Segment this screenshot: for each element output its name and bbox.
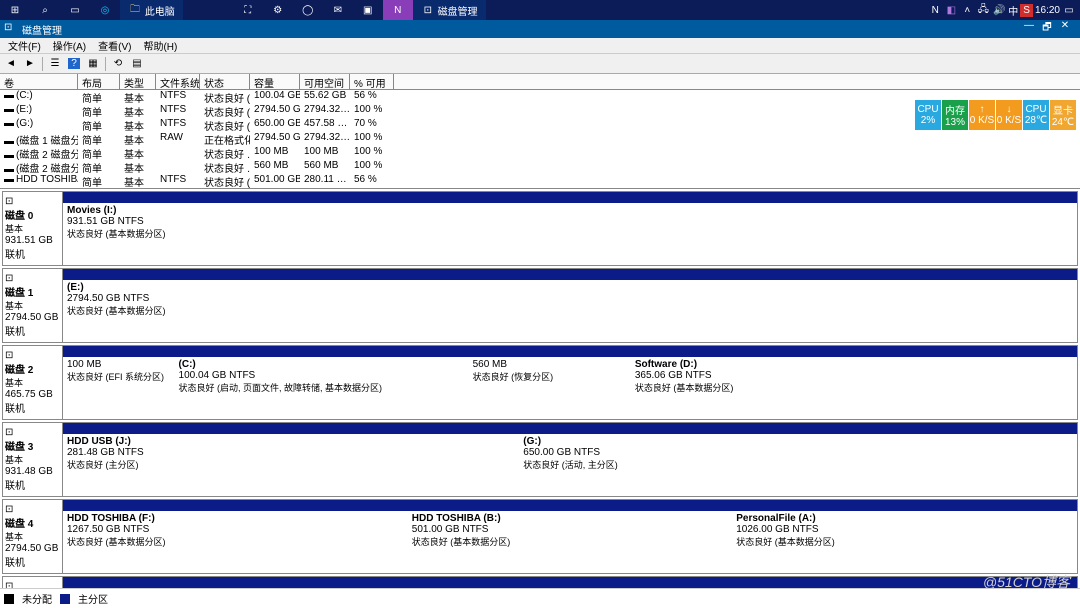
perf-up[interactable]: ↑0 K/S <box>969 100 995 130</box>
perf-t1[interactable]: CPU28℃ <box>1023 100 1049 130</box>
task-diskmgmt[interactable]: ⊡ 磁盘管理 <box>413 0 486 20</box>
tray-up-icon[interactable]: ˄ <box>960 3 974 17</box>
close-button[interactable]: ✕ <box>1056 20 1074 38</box>
col-cap[interactable]: 容量 <box>250 74 300 89</box>
app-titlebar: ⊡ 磁盘管理 — 🗗 ✕ <box>0 20 1080 38</box>
disk-row: ⊡ 磁盘 4基本2794.50 GB联机HDD TOSHIBA (F:)1267… <box>2 499 1078 574</box>
disk-partition-strip: HDD TOSHIBA (F:)1267.50 GB NTFS状态良好 (基本数… <box>63 500 1077 573</box>
tool-grid[interactable]: ▦ <box>84 55 102 73</box>
disk-partition-strip: (E:)2794.50 GB NTFS状态良好 (基本数据分区) <box>63 269 1077 342</box>
volume-list: 卷 布局 类型 文件系统 状态 容量 可用空间 % 可用 ▬(C:)简单基本NT… <box>0 74 1080 189</box>
tray-sogou-icon[interactable]: S <box>1020 4 1033 17</box>
disk-row: ⊡ 磁盘 1基本2794.50 GB联机(E:)2794.50 GB NTFS状… <box>2 268 1078 343</box>
disk-info[interactable]: ⊡ 磁盘 3基本931.48 GB联机 <box>3 423 63 496</box>
windows-taskbar: ⊞ ⌕ ▭ ◎ 🗀 此电脑 ⛶ ⚙ ◯ ✉ ▣ N ⊡ 磁盘管理 N ◧ ˄ 🖧… <box>0 0 1080 20</box>
perf-cpu[interactable]: CPU2% <box>915 100 941 130</box>
partition[interactable]: (G:)650.00 GB NTFS状态良好 (活动, 主分区) <box>519 434 1077 496</box>
toolbar: ◄ ► ☰ ? ▦ ⟲ ▤ <box>0 54 1080 74</box>
col-layout[interactable]: 布局 <box>78 74 120 89</box>
volume-row[interactable]: ▬HDD TOSHIBA (B:)简单基本NTFS状态良好 (…501.00 G… <box>0 174 1080 188</box>
partition[interactable]: HDD USB (J:)281.48 GB NTFS状态良好 (主分区) <box>63 434 519 496</box>
task-edge[interactable]: ◎ <box>90 0 120 20</box>
disk-info[interactable]: ⊡ 磁盘 4基本2794.50 GB联机 <box>3 500 63 573</box>
legend-primary: 主分区 <box>78 591 108 606</box>
tool-help[interactable]: ? <box>65 55 83 73</box>
menu-file[interactable]: 文件(F) <box>2 38 47 53</box>
task-onenote[interactable]: N <box>383 0 413 20</box>
partition[interactable]: PersonalFile (A:)1026.00 GB NTFS状态良好 (基本… <box>732 511 1077 573</box>
disk-info[interactable]: ⊡ 磁盘 0基本931.51 GB联机 <box>3 192 63 265</box>
tool-back[interactable]: ◄ <box>2 55 20 73</box>
disk-row: ⊡ 磁盘 0基本931.51 GB联机Movies (I:)931.51 GB … <box>2 191 1078 266</box>
disk-partition-strip: 100 MB状态良好 (EFI 系统分区)(C:)100.04 GB NTFS状… <box>63 346 1077 419</box>
disk-partition-strip: HDD USB (J:)281.48 GB NTFS状态良好 (主分区)(G:)… <box>63 423 1077 496</box>
legend-unalloc-swatch <box>4 594 14 604</box>
disk-info[interactable]: ⊡ 磁盘 1基本2794.50 GB联机 <box>3 269 63 342</box>
partition[interactable]: (C:)100.04 GB NTFS状态良好 (启动, 页面文件, 故障转储, … <box>175 357 469 419</box>
restore-button[interactable]: 🗗 <box>1038 20 1056 38</box>
tray-action-center-icon[interactable]: ▭ <box>1062 3 1076 17</box>
minimize-button[interactable]: — <box>1020 20 1038 38</box>
perf-dn[interactable]: ↓0 K/S <box>996 100 1022 130</box>
partition[interactable]: 100 MB状态良好 (EFI 系统分区) <box>63 357 175 419</box>
col-type[interactable]: 类型 <box>120 74 156 89</box>
menu-action[interactable]: 操作(A) <box>47 38 92 53</box>
col-fs[interactable]: 文件系统 <box>156 74 200 89</box>
col-status[interactable]: 状态 <box>200 74 250 89</box>
start-button[interactable]: ⊞ <box>0 0 30 20</box>
menu-view[interactable]: 查看(V) <box>92 38 137 53</box>
task-screen[interactable]: ▣ <box>353 0 383 20</box>
disk-map: ⊡ 磁盘 0基本931.51 GB联机Movies (I:)931.51 GB … <box>0 189 1080 595</box>
partition[interactable]: HDD TOSHIBA (B:)501.00 GB NTFS状态良好 (基本数据… <box>408 511 732 573</box>
partition[interactable]: 560 MB状态良好 (恢复分区) <box>469 357 631 419</box>
tray-ime[interactable]: 中 <box>1008 3 1018 18</box>
tool-list[interactable]: ☰ <box>46 55 64 73</box>
perf-mem[interactable]: 内存13% <box>942 100 968 130</box>
tray-vol-icon[interactable]: 🔊 <box>992 3 1006 17</box>
volume-row[interactable]: ▬(磁盘 2 磁盘分区 1)简单基本状态良好 …100 MB100 MB100 … <box>0 146 1080 160</box>
col-pct[interactable]: % 可用 <box>350 74 394 89</box>
tray-clock[interactable]: 16:20 <box>1035 5 1060 16</box>
legend-primary-swatch <box>60 594 70 604</box>
disk-row: ⊡ 磁盘 3基本931.48 GB联机HDD USB (J:)281.48 GB… <box>2 422 1078 497</box>
task-explorer-label: 此电脑 <box>145 3 175 18</box>
volume-list-header: 卷 布局 类型 文件系统 状态 容量 可用空间 % 可用 <box>0 74 1080 90</box>
disk-info[interactable]: ⊡ 磁盘 2基本465.75 GB联机 <box>3 346 63 419</box>
menu-help[interactable]: 帮助(H) <box>137 38 183 53</box>
partition[interactable]: HDD TOSHIBA (F:)1267.50 GB NTFS状态良好 (基本数… <box>63 511 408 573</box>
task-view[interactable]: ▭ <box>60 0 90 20</box>
col-free[interactable]: 可用空间 <box>300 74 350 89</box>
task-mail[interactable]: ✉ <box>323 0 353 20</box>
tool-props[interactable]: ▤ <box>128 55 146 73</box>
app-icon: ⊡ <box>4 22 18 36</box>
task-explorer[interactable]: 🗀 此电脑 <box>120 0 183 20</box>
tray-n-icon[interactable]: N <box>928 3 942 17</box>
tool-refresh[interactable]: ⟲ <box>109 55 127 73</box>
partition[interactable]: Movies (I:)931.51 GB NTFS状态良好 (基本数据分区) <box>63 203 1077 265</box>
perf-overlay: CPU2% 内存13% ↑0 K/S ↓0 K/S CPU28℃ 显卡24℃ <box>915 100 1076 130</box>
watermark: @51CTO博客 <box>983 572 1070 592</box>
legend: 未分配 主分区 <box>0 588 1080 608</box>
tray-net-icon[interactable]: 🖧 <box>976 3 990 17</box>
disk-partition-strip: Movies (I:)931.51 GB NTFS状态良好 (基本数据分区) <box>63 192 1077 265</box>
task-store[interactable]: ⛶ <box>233 0 263 20</box>
task-settings[interactable]: ⚙ <box>263 0 293 20</box>
disk-row: ⊡ 磁盘 2基本465.75 GB联机100 MB状态良好 (EFI 系统分区)… <box>2 345 1078 420</box>
legend-unalloc: 未分配 <box>22 591 52 606</box>
tray-onenote-icon[interactable]: ◧ <box>944 3 958 17</box>
tool-fwd[interactable]: ► <box>21 55 39 73</box>
volume-row[interactable]: ▬(磁盘 1 磁盘分区 2)简单基本RAW正在格式化2794.50 GB2794… <box>0 132 1080 146</box>
col-volume[interactable]: 卷 <box>0 74 78 89</box>
perf-t2[interactable]: 显卡24℃ <box>1050 100 1076 130</box>
partition[interactable]: Software (D:)365.06 GB NTFS状态良好 (基本数据分区) <box>631 357 1077 419</box>
task-search[interactable]: ⌕ <box>30 0 60 20</box>
partition[interactable]: (E:)2794.50 GB NTFS状态良好 (基本数据分区) <box>63 280 1077 342</box>
task-chrome[interactable]: ◯ <box>293 0 323 20</box>
volume-row[interactable]: ▬(磁盘 2 磁盘分区 4)简单基本状态良好 …560 MB560 MB100 … <box>0 160 1080 174</box>
task-diskmgmt-label: 磁盘管理 <box>438 3 478 18</box>
menubar: 文件(F) 操作(A) 查看(V) 帮助(H) <box>0 38 1080 54</box>
app-title: 磁盘管理 <box>22 22 62 37</box>
